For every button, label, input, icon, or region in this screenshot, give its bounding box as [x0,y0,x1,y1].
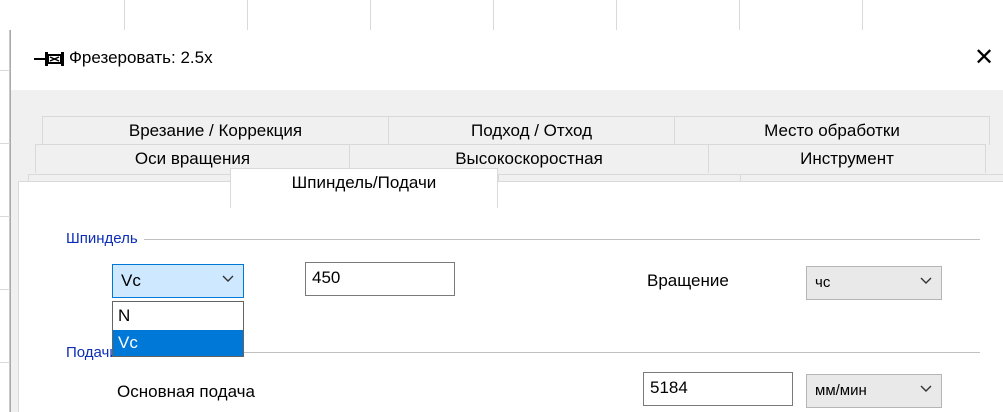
title-bar: Фрезеровать: 2.5x ✕ [11,30,1003,90]
main-feed-label: Основная подача [117,382,255,401]
dropdown-option-vc[interactable]: Vc [113,330,243,356]
rotation-label: Вращение [647,271,729,290]
feed-unit-value: мм/мин [815,382,867,399]
close-button[interactable]: ✕ [969,44,999,74]
background-grid-left [0,30,10,412]
spindle-speed-value: 450 [312,268,341,287]
rotation-value: чс [815,274,831,291]
spindle-speed-input[interactable]: 450 [305,262,455,296]
chevron-down-icon [920,385,932,392]
chevron-down-icon [222,275,234,282]
spindle-group-line [66,239,980,240]
spindle-mode-value: Vc [121,271,141,290]
spindle-mode-select[interactable]: Vc [112,264,244,298]
background-grid [0,0,1003,30]
chevron-down-icon [920,277,932,284]
rotation-select[interactable]: чс [806,266,942,300]
tab-spindle-feeds[interactable]: Шпиндель/Подачи [230,168,498,208]
tab-tool[interactable]: Инструмент [708,144,986,173]
close-icon: ✕ [973,44,995,71]
dropdown-option-n[interactable]: N [113,303,243,329]
main-feed-input[interactable]: 5184 [643,372,793,406]
main-feed-value: 5184 [650,378,688,397]
tab-plunge-correction[interactable]: Врезание / Коррекция [42,116,389,145]
spindle-mode-dropdown: N Vc [112,301,244,357]
tab-approach-retract[interactable]: Подход / Отход [388,116,675,145]
tab-machining-location[interactable]: Место обработки [674,116,990,145]
pin-icon [34,52,64,66]
spindle-group-label: Шпиндель [66,230,144,247]
screen: Фрезеровать: 2.5x ✕ Врезание / Коррекция… [0,0,1003,412]
feed-unit-select[interactable]: мм/мин [806,374,942,408]
dialog-title: Фрезеровать: 2.5x [69,48,213,67]
